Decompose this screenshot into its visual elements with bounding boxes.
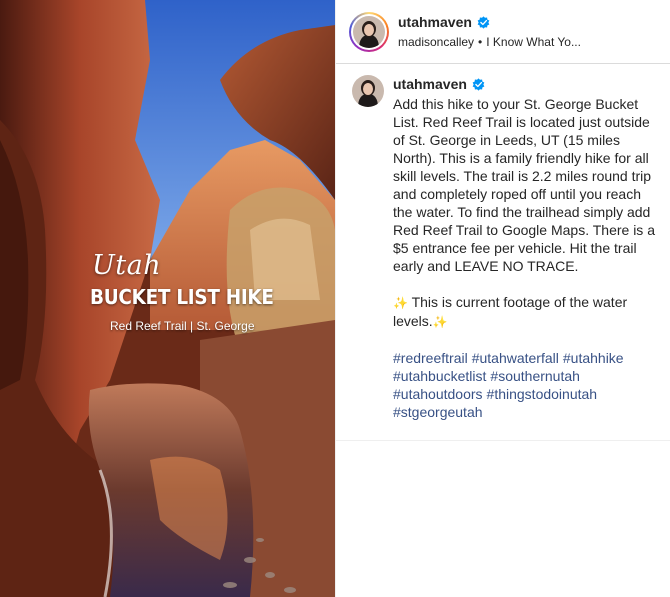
header-subline: madisoncalley • I Know What Yo...: [398, 35, 581, 49]
sparkle-icon: ✨: [393, 296, 408, 310]
caption-text: Add this hike to your St. George Bucket …: [393, 95, 663, 421]
audio-track-link[interactable]: I Know What Yo...: [486, 35, 581, 49]
hashtag-link[interactable]: #utahbucketlist: [393, 368, 486, 384]
post-header: utahmaven madisoncalley • I Know What Yo…: [336, 0, 670, 64]
post-panel: utahmaven madisoncalley • I Know What Yo…: [335, 0, 670, 597]
separator-dot: •: [478, 35, 483, 49]
story-avatar[interactable]: [349, 12, 389, 52]
header-username-row: utahmaven: [398, 14, 490, 30]
hashtag-link[interactable]: #redreeftrail: [393, 350, 468, 366]
sparkle-icon: ✨: [432, 315, 448, 329]
hashtag-link[interactable]: #utahhike: [563, 350, 624, 366]
caption-footage-line: ✨ This is current footage of the water l…: [393, 293, 663, 331]
hashtag-link[interactable]: #thingstodoinutah: [487, 386, 598, 402]
divider: [336, 440, 670, 441]
hashtag-link[interactable]: #southernutah: [490, 368, 580, 384]
avatar-image: [353, 16, 385, 48]
hashtag-list: #redreeftrail #utahwaterfall #utahhike #ut…: [393, 349, 663, 421]
verified-badge-icon: [472, 77, 485, 91]
header-username[interactable]: utahmaven: [398, 14, 472, 30]
collab-username[interactable]: madisoncalley: [398, 35, 474, 49]
hashtag-link[interactable]: #stgeorgeutah: [393, 404, 483, 420]
caption-avatar[interactable]: [352, 75, 384, 107]
caption-username-row: utahmaven: [393, 76, 485, 92]
post-media[interactable]: Utah BUCKET LIST HIKE Red Reef Trail | S…: [0, 0, 335, 597]
caption-footage: This is current footage of the water lev…: [393, 294, 628, 329]
overlay-title: BUCKET LIST HIKE: [90, 285, 274, 309]
verified-badge-icon: [477, 15, 490, 29]
avatar-image: [352, 75, 384, 107]
caption-username[interactable]: utahmaven: [393, 76, 467, 92]
overlay-subtitle: Red Reef Trail | St. George: [110, 319, 255, 333]
overlay-script-text: Utah: [92, 250, 162, 281]
caption-body: Add this hike to your St. George Bucket …: [393, 96, 655, 274]
hashtag-link[interactable]: #utahoutdoors: [393, 386, 483, 402]
hashtag-link[interactable]: #utahwaterfall: [472, 350, 559, 366]
